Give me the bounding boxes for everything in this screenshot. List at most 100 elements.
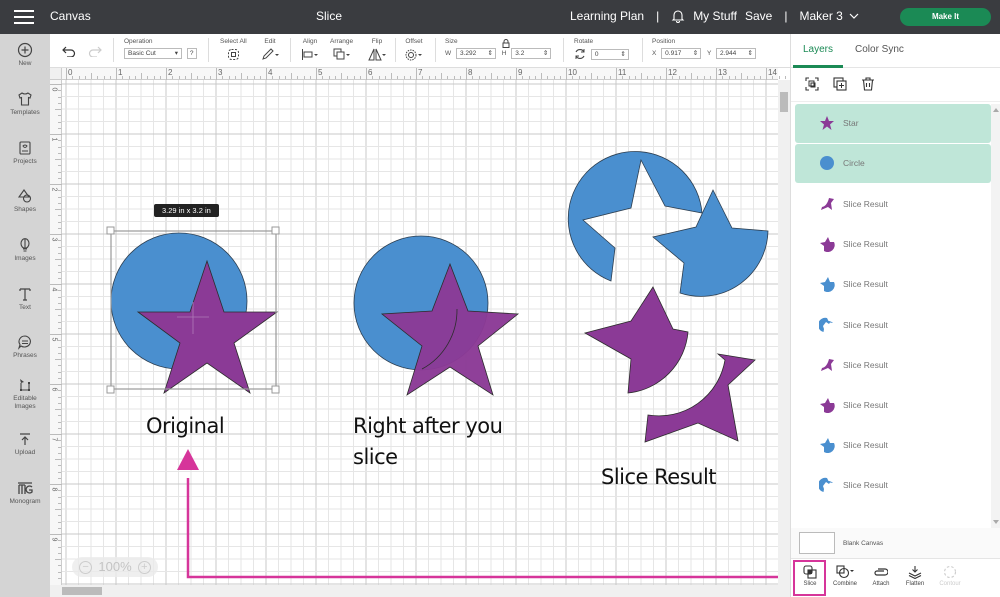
layer-row[interactable]: Slice Result (795, 345, 991, 385)
arrange-label: Arrange (330, 38, 354, 45)
sidebar-item-phrases[interactable]: Phrases (0, 334, 50, 360)
sidebar-label: Templates (10, 109, 40, 116)
width-input[interactable]: 3.292 ⇕ (455, 48, 496, 59)
vertical-scroll-thumb[interactable] (780, 92, 788, 112)
operation-select[interactable]: Basic Cut ▾ (124, 48, 182, 59)
shapes-icon (17, 189, 32, 203)
make-it-button[interactable]: Make It (900, 8, 991, 26)
x-position-input[interactable]: 0.917 ⇕ (661, 48, 702, 59)
zoom-in-button[interactable]: + (137, 560, 151, 574)
design-canvas[interactable]: 0 1 2 3 4 5 6 7 8 9 10 11 12 13 14 0123456789 (50, 68, 790, 597)
align-group[interactable]: Align (301, 38, 319, 63)
attach-button[interactable]: Attach (864, 563, 898, 587)
learning-plan-link[interactable]: Learning Plan (570, 9, 644, 23)
layer-row[interactable]: Slice Result (795, 385, 991, 425)
rotate-input[interactable]: 0 ⇕ (590, 48, 629, 60)
delete-icon[interactable] (861, 77, 875, 91)
layer-row[interactable]: Slice Result (795, 305, 991, 345)
select-all-group[interactable]: Select All (220, 38, 247, 63)
combine-button[interactable]: Combine (828, 563, 862, 587)
scroll-down-icon[interactable] (993, 520, 999, 524)
sidebar-item-new[interactable]: New (0, 42, 50, 68)
sidebar-item-images[interactable]: Images (0, 237, 50, 263)
lightbulb-icon (20, 238, 30, 252)
layer-row[interactable]: Slice Result (795, 425, 991, 465)
divider (395, 38, 396, 62)
hamburger-menu-icon[interactable] (14, 9, 36, 25)
attach-icon (874, 568, 888, 576)
group-icon[interactable] (805, 77, 819, 91)
resize-handle (271, 226, 280, 235)
position-label: Position (652, 38, 676, 45)
layer-label: Slice Result (843, 239, 888, 250)
layer-row[interactable]: Slice Result (795, 465, 991, 505)
divider (208, 38, 209, 62)
edit-group[interactable]: Edit (261, 38, 279, 63)
sidebar-item-editable-images[interactable]: Editable Images (0, 377, 50, 411)
shirt-icon (18, 92, 32, 106)
blank-canvas-swatch[interactable] (799, 532, 835, 554)
monogram-icon (18, 482, 33, 494)
align-label: Align (302, 38, 318, 45)
divider (290, 38, 291, 62)
layer-row[interactable]: Slice Result (795, 224, 991, 264)
pencil-icon (262, 48, 279, 60)
layers-panel: Layers Color Sync Star Circle Slice Result… (790, 34, 1000, 597)
select-all-icon (227, 49, 239, 60)
offset-group[interactable]: Offset (405, 38, 423, 63)
vertical-scrollbar[interactable] (778, 80, 790, 585)
layer-thumbnail-icon (819, 236, 843, 253)
redo-icon[interactable] (88, 46, 102, 57)
contour-button[interactable]: Contour (933, 563, 967, 587)
y-position-input[interactable]: 2.944 ⇕ (716, 48, 756, 59)
horizontal-scroll-thumb[interactable] (62, 587, 102, 595)
my-stuff-link[interactable]: My Stuff (693, 9, 737, 23)
lock-icon[interactable] (502, 39, 510, 48)
undo-icon[interactable] (62, 46, 76, 57)
operation-help-button[interactable]: ? (186, 48, 197, 59)
sidebar-item-projects[interactable]: Projects (0, 140, 50, 166)
bell-icon[interactable] (671, 9, 685, 23)
layer-row[interactable]: Slice Result (795, 264, 991, 304)
operation-group: Operation Basic Cut ▾ ? (124, 38, 197, 59)
height-input[interactable]: 3.2 ⇕ (511, 48, 552, 59)
panel-tabs: Layers Color Sync (791, 34, 1000, 68)
resize-handle (106, 226, 115, 235)
slice-result-group (567, 151, 769, 443)
size-label: Size (445, 38, 458, 45)
flatten-label: Flatten (905, 581, 925, 587)
horizontal-scrollbar[interactable] (50, 585, 790, 597)
arrange-group[interactable]: Arrange (330, 38, 353, 63)
select-all-label: Select All (220, 38, 247, 45)
slice-highlight-box (793, 560, 826, 596)
slice-result-purple-star (583, 286, 689, 394)
layers-scrollbar[interactable] (991, 104, 1000, 528)
sidebar-item-text[interactable]: Text (0, 286, 50, 312)
sidebar-label: Monogram (9, 498, 41, 505)
save-button[interactable]: Save (745, 9, 772, 23)
layer-thumbnail-icon (819, 397, 843, 414)
sidebar-item-upload[interactable]: Upload (0, 431, 50, 457)
sidebar-item-templates[interactable]: Templates (0, 91, 50, 117)
upload-icon (20, 433, 30, 445)
machine-selector[interactable]: Maker 3 (799, 9, 842, 23)
flatten-button[interactable]: Flatten (898, 563, 932, 587)
layer-row[interactable]: Star (795, 104, 991, 143)
blank-canvas-row[interactable]: Blank Canvas (791, 528, 1000, 558)
tab-layers[interactable]: Layers (803, 44, 833, 55)
zoom-out-button[interactable]: − (79, 560, 93, 574)
layer-row[interactable]: Slice Result (795, 184, 991, 224)
sidebar-label: Projects (13, 158, 37, 165)
contour-icon (943, 565, 957, 579)
tab-color-sync[interactable]: Color Sync (855, 44, 904, 55)
scroll-up-icon[interactable] (993, 108, 999, 112)
duplicate-icon[interactable] (833, 77, 847, 91)
width-label: W (445, 50, 452, 58)
offset-icon (405, 49, 422, 61)
sidebar-label: Phrases (13, 352, 37, 359)
layer-row[interactable]: Circle (795, 144, 991, 183)
chevron-down-icon[interactable] (849, 13, 859, 19)
sidebar-item-monogram[interactable]: Monogram (0, 480, 50, 506)
sidebar-item-shapes[interactable]: Shapes (0, 188, 50, 214)
flip-group[interactable]: Flip (368, 38, 386, 63)
